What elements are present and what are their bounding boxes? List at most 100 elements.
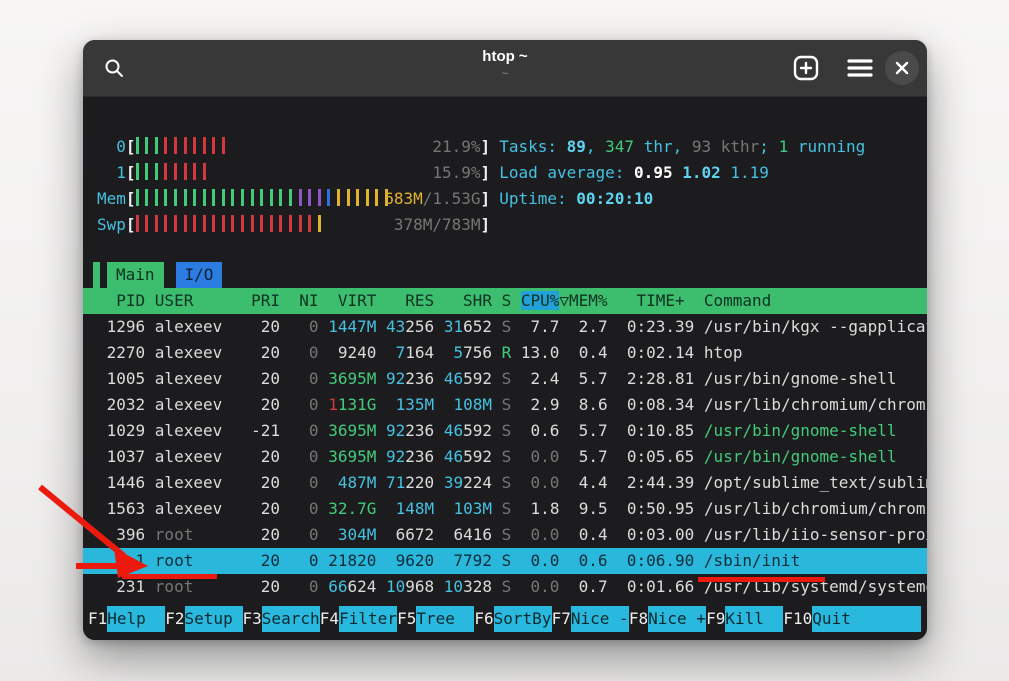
meter-label: 1: [97, 163, 126, 182]
text-segment: [492, 499, 502, 518]
fn-key-f3: F3: [243, 606, 262, 632]
meter-bar: [193, 215, 196, 232]
text-segment: R: [502, 343, 512, 362]
process-row-1029[interactable]: 1029 alexeev -21 0 3695M 92236 46592 S 0…: [83, 418, 927, 444]
text-segment: 71: [386, 473, 405, 492]
process-row-2270[interactable]: 2270 alexeev 20 0 9240 7164 5756 R 13.0 …: [83, 340, 927, 366]
process-row-2032[interactable]: 2032 alexeev 20 0 1131G 135M 108M S 2.9 …: [83, 392, 927, 418]
process-row-1563[interactable]: 1563 alexeev 20 0 32.7G 148M 103M S 1.8 …: [83, 496, 927, 522]
text-segment: 46: [444, 447, 463, 466]
text-segment: 256: [405, 317, 444, 336]
text-segment: 968: [405, 577, 444, 596]
table-header[interactable]: PID USER PRI NI VIRT RES SHR S CPU%▽MEM%…: [83, 288, 927, 314]
meter-bar: [279, 189, 282, 206]
fn-button-setup[interactable]: Setup: [185, 606, 243, 632]
meter-bar: [184, 163, 187, 180]
meter-bar: [327, 189, 330, 206]
fn-key-f7: F7: [552, 606, 571, 632]
meter-bars: 15.9%: [136, 160, 481, 186]
text-segment: [492, 395, 502, 414]
text-segment: S: [502, 525, 512, 544]
text-segment: [319, 343, 329, 362]
tab-sliver: [93, 262, 100, 288]
fn-button-help[interactable]: Help: [107, 606, 165, 632]
text-segment: 0.0: [531, 525, 560, 544]
text-segment: 0: [309, 369, 319, 388]
text-segment: 1 root 20 0 21820 9620 7792 S 0.0 0.6 0:…: [97, 551, 800, 570]
meter-value: 21.9%: [432, 134, 480, 160]
process-row-396[interactable]: 396 root 20 0 304M 6672 6416 S 0.0 0.4 0…: [83, 522, 927, 548]
meter-bar: [193, 163, 196, 180]
text-segment: ;: [759, 137, 778, 156]
meter-bar: [145, 215, 148, 232]
text-segment: 378M/783M: [394, 215, 481, 234]
tab-io[interactable]: I/O: [176, 262, 223, 288]
meter-bar: [222, 215, 225, 232]
text-segment: 10: [386, 577, 405, 596]
fn-button-filter[interactable]: Filter: [339, 606, 397, 632]
tab-main[interactable]: Main: [107, 262, 164, 288]
text-segment: 0: [309, 473, 319, 492]
meter-bar: [136, 215, 139, 232]
text-segment: ,: [586, 137, 605, 156]
fn-button-nice-[interactable]: Nice -: [571, 606, 629, 632]
text-segment: 1447M: [328, 317, 376, 336]
meter-bar: [203, 163, 206, 180]
meter-label: 0: [97, 137, 126, 156]
process-row-1037[interactable]: 1037 alexeev 20 0 3695M 92236 46592 S 0.…: [83, 444, 927, 470]
meter-bar: [136, 163, 139, 180]
text-segment: ▽MEM% TIME+ Command: [559, 291, 771, 310]
fn-button-tree[interactable]: Tree: [416, 606, 474, 632]
meter-value: 15.9%: [432, 160, 480, 186]
text-segment: 2032 alexeev 20: [97, 395, 309, 414]
text-segment: 7: [396, 343, 406, 362]
meter-bracket: [: [126, 163, 136, 182]
text-segment: 4.4 2:44.39 /opt/sublime_text/sublim: [559, 473, 927, 492]
text-segment: 32.7G: [328, 499, 376, 518]
meter-bar: [145, 189, 148, 206]
meter-bracket: ]: [481, 137, 491, 156]
fn-key-f2: F2: [165, 606, 184, 632]
fn-button-quit[interactable]: Quit: [812, 606, 921, 632]
text-segment: 92: [386, 447, 405, 466]
text-segment: CPU%: [521, 291, 560, 310]
menu-button[interactable]: [845, 53, 875, 83]
meter-bar: [155, 215, 158, 232]
text-segment: 66: [328, 577, 347, 596]
process-row-1446[interactable]: 1446 alexeev 20 0 487M 71220 39224 S 0.0…: [83, 470, 927, 496]
text-segment: 3695M: [328, 447, 376, 466]
fn-button-search[interactable]: Search: [262, 606, 320, 632]
cpu-meter-0: 0[21.9%]Tasks: 89, 347 thr, 93 kthr; 1 r…: [83, 134, 927, 160]
new-tab-icon: [793, 54, 819, 82]
meter-bar: [299, 215, 302, 232]
fn-key-f4: F4: [320, 606, 339, 632]
meters-panel: 0[21.9%]Tasks: 89, 347 thr, 93 kthr; 1 r…: [83, 134, 927, 238]
process-row-1296[interactable]: 1296 alexeev 20 0 1447M 43256 31652 S 7.…: [83, 314, 927, 340]
meter-value: 683M/1.53G: [384, 186, 480, 212]
text-segment: [319, 317, 329, 336]
text-segment: running: [788, 137, 865, 156]
fn-button-kill[interactable]: Kill: [725, 606, 783, 632]
meter-bars: 378M/783M: [136, 212, 481, 238]
text-segment: 231: [97, 577, 155, 596]
meter-bar: [203, 189, 206, 206]
text-segment: 1.8 9.5 0:50.95 /usr/lib/chromium/chromi: [511, 499, 927, 518]
process-row-231[interactable]: 231 root 20 0 66624 10968 10328 S 0.0 0.…: [83, 574, 927, 600]
meter-bar: [174, 215, 177, 232]
meter-bar: [203, 215, 206, 232]
text-segment: 135M: [386, 395, 434, 414]
fn-button-sortby[interactable]: SortBy: [494, 606, 552, 632]
text-segment: 92: [386, 369, 405, 388]
process-row-1[interactable]: 1 root 20 0 21820 9620 7792 S 0.0 0.6 0:…: [83, 548, 927, 574]
meter-bar: [184, 137, 187, 154]
close-button[interactable]: [885, 51, 919, 85]
text-segment: [319, 473, 329, 492]
fn-button-nice-[interactable]: Nice +: [648, 606, 706, 632]
process-row-1005[interactable]: 1005 alexeev 20 0 3695M 92236 46592 S 2.…: [83, 366, 927, 392]
new-tab-button[interactable]: [791, 53, 821, 83]
meter-bar: [241, 189, 244, 206]
menu-icon: [847, 57, 873, 79]
text-segment: 0.0: [531, 577, 560, 596]
search-button[interactable]: [99, 53, 129, 83]
text-segment: 683M: [384, 189, 423, 208]
